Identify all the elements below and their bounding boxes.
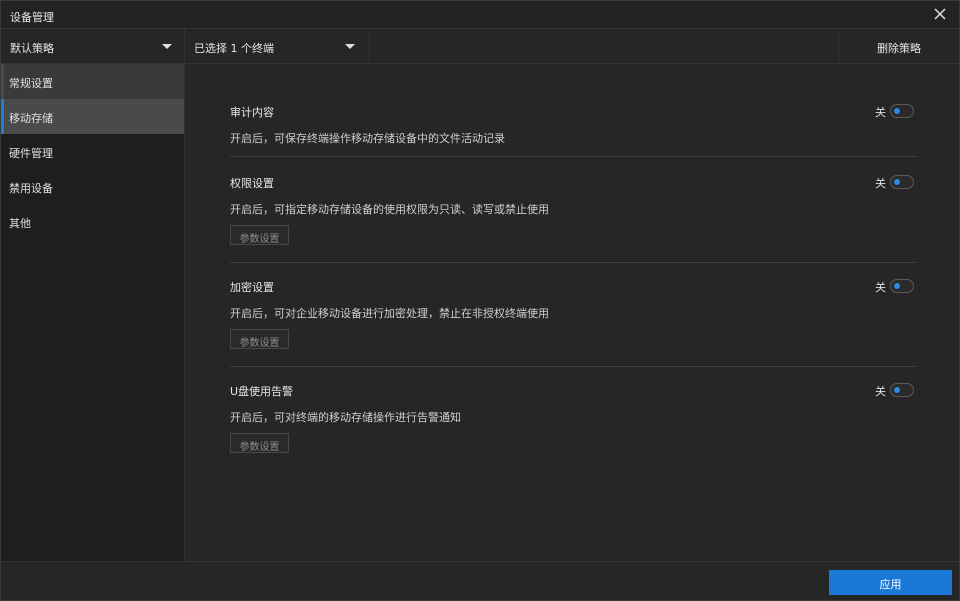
delete-policy-button[interactable]: 删除策略 [838,29,959,64]
section-description: 开启后，可对企业移动设备进行加密处理，禁止在非授权终端使用 [230,307,549,320]
section-encryption: 加密设置 关 开启后，可对企业移动设备进行加密处理，禁止在非授权终端使用 参数设… [230,279,916,367]
section-title: 权限设置 [230,177,274,190]
sidebar-item-disabled-devices[interactable]: 禁用设备 [1,169,184,204]
toggle-state-label: 关 [875,106,886,119]
footer: 应用 [1,561,959,600]
sidebar-item-label: 常规设置 [9,77,53,90]
sidebar-item-general[interactable]: 常规设置 [1,64,184,99]
section-audit: 审计内容 关 开启后，可保存终端操作移动存储设备中的文件活动记录 [230,104,916,157]
section-title: 加密设置 [230,281,274,294]
toggle-knob [894,283,900,289]
window-title: 设备管理 [10,11,54,24]
caret-down-icon [162,44,172,49]
close-icon[interactable] [933,7,947,21]
usb-alert-toggle[interactable]: 关 [854,383,914,398]
toggle-knob [894,179,900,185]
encryption-toggle[interactable]: 关 [854,279,914,294]
toggle-state-label: 关 [875,281,886,294]
settings-panel: 审计内容 关 开启后，可保存终端操作移动存储设备中的文件活动记录 权限设置 关 … [186,64,959,561]
toggle-knob [894,387,900,393]
toggle-state-label: 关 [875,177,886,190]
sidebar-item-label: 移动存储 [9,112,53,125]
sidebar-item-label: 其他 [9,217,31,230]
toggle-state-label: 关 [875,385,886,398]
toggle-switch[interactable] [890,279,914,293]
section-description: 开启后，可对终端的移动存储操作进行告警通知 [230,411,461,424]
section-title: U盘使用告警 [230,385,294,398]
section-permission: 权限设置 关 开启后，可指定移动存储设备的使用权限为只读、读写或禁止使用 参数设… [230,175,916,263]
toggle-knob [894,108,900,114]
section-usb-alert: U盘使用告警 关 开启后，可对终端的移动存储操作进行告警通知 参数设置 [230,383,916,458]
toggle-switch[interactable] [890,383,914,397]
caret-down-icon [345,44,355,49]
permission-toggle[interactable]: 关 [854,175,914,190]
title-bar: 设备管理 [1,1,959,29]
param-button-label: 参数设置 [239,234,280,245]
sidebar-item-label: 硬件管理 [9,147,53,160]
device-management-window: 设备管理 默认策略 已选择 1 个终端 删除策略 常规设置 移动存储 硬件管理 … [0,0,960,601]
apply-button[interactable]: 应用 [829,570,952,595]
permission-param-button[interactable]: 参数设置 [230,225,289,245]
toggle-switch[interactable] [890,104,914,118]
sidebar-item-removable-storage[interactable]: 移动存储 [1,99,184,134]
policy-dropdown[interactable]: 默认策略 [1,29,185,64]
apply-button-label: 应用 [879,578,902,591]
section-description: 开启后，可保存终端操作移动存储设备中的文件活动记录 [230,132,505,145]
toggle-switch[interactable] [890,175,914,189]
sidebar-item-hardware[interactable]: 硬件管理 [1,134,184,169]
param-button-label: 参数设置 [239,338,280,349]
toolbar: 默认策略 已选择 1 个终端 删除策略 [1,29,959,64]
policy-dropdown-value: 默认策略 [10,42,54,55]
param-button-label: 参数设置 [239,442,280,453]
sidebar-item-other[interactable]: 其他 [1,204,184,239]
encryption-param-button[interactable]: 参数设置 [230,329,289,349]
section-title: 审计内容 [230,106,274,119]
section-description: 开启后，可指定移动存储设备的使用权限为只读、读写或禁止使用 [230,203,549,216]
delete-policy-label: 删除策略 [877,42,921,55]
sidebar-item-label: 禁用设备 [9,182,53,195]
terminal-dropdown[interactable]: 已选择 1 个终端 [185,29,370,64]
sidebar: 常规设置 移动存储 硬件管理 禁用设备 其他 [1,64,185,561]
terminal-dropdown-value: 已选择 1 个终端 [194,42,274,55]
audit-toggle[interactable]: 关 [854,104,914,119]
usb-alert-param-button[interactable]: 参数设置 [230,433,289,453]
